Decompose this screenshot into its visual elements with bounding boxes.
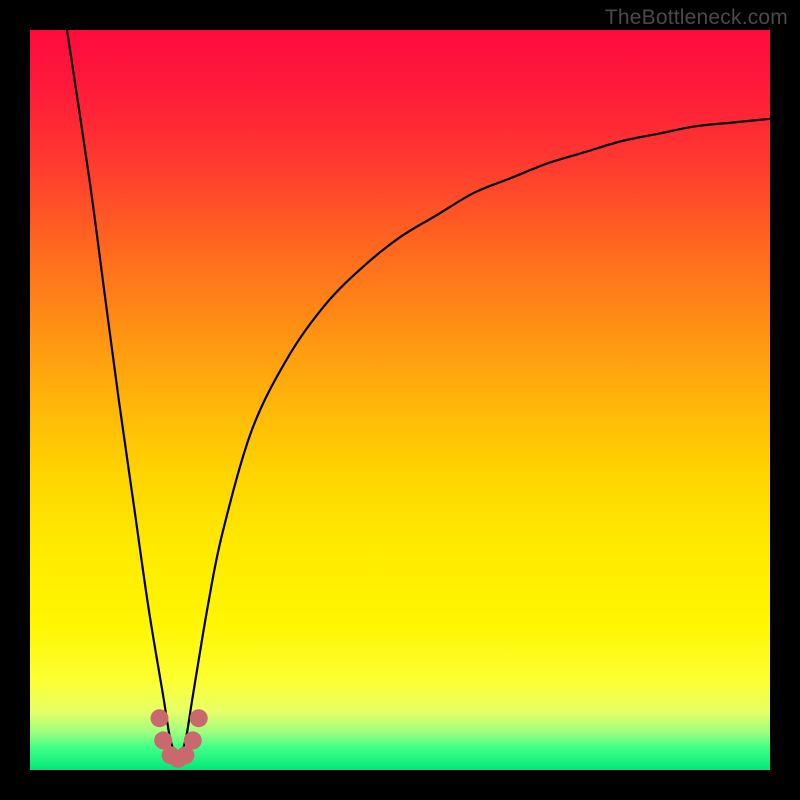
optimal-range-markers: [30, 30, 770, 770]
optimal-marker: [184, 731, 202, 749]
optimal-marker: [190, 709, 208, 727]
chart-plot-area: [30, 30, 770, 770]
watermark-text: TheBottleneck.com: [605, 6, 788, 30]
optimal-marker: [151, 709, 169, 727]
